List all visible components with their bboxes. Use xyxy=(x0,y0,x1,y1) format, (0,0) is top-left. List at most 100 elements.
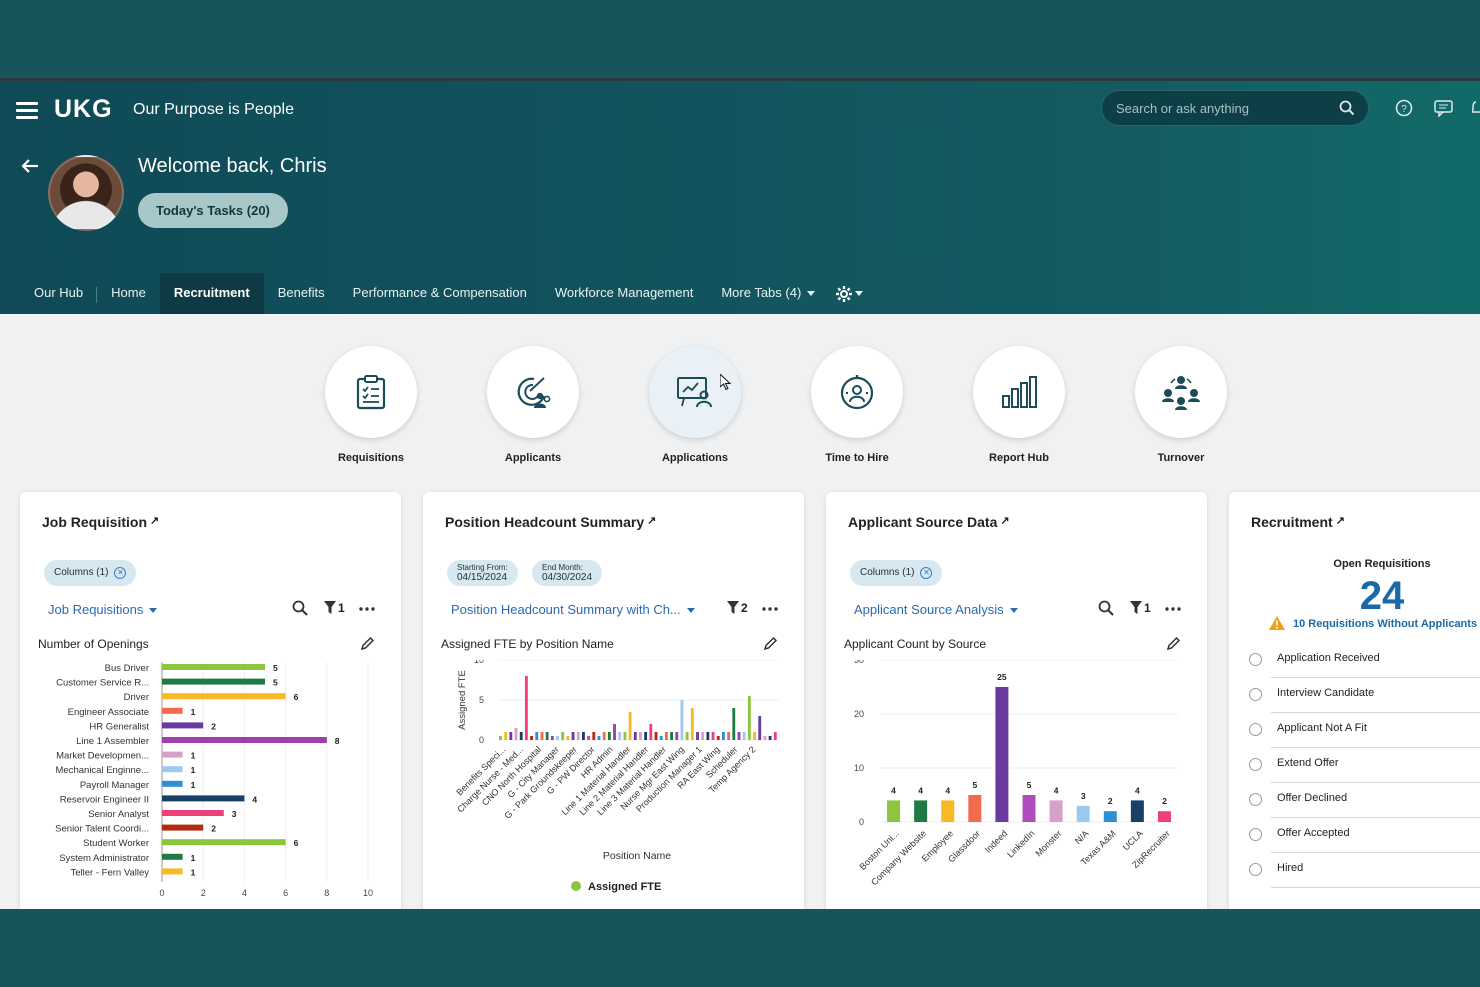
tab-recruitment[interactable]: Recruitment xyxy=(159,273,264,317)
bar xyxy=(1130,800,1144,822)
bar xyxy=(162,766,183,773)
y-axis-label: Assigned FTE xyxy=(457,670,468,730)
search-icon[interactable] xyxy=(292,600,308,616)
more-options-icon[interactable] xyxy=(1164,600,1182,616)
step-offer-declined[interactable]: Offer Declined xyxy=(1249,783,1480,818)
view-selector[interactable]: Position Headcount Summary with Ch... xyxy=(451,602,695,617)
bar xyxy=(914,800,928,822)
step-interview-candidate[interactable]: Interview Candidate xyxy=(1249,678,1480,713)
close-icon[interactable]: ✕ xyxy=(920,567,933,579)
avatar[interactable] xyxy=(48,155,124,231)
bar xyxy=(530,736,533,740)
more-tabs-label: More Tabs (4) xyxy=(721,285,802,300)
help-icon[interactable]: ? xyxy=(1395,99,1413,117)
open-requisitions-label: Open Requisitions xyxy=(1333,558,1431,570)
x-tick-label: 8 xyxy=(324,888,329,898)
bar xyxy=(675,732,679,740)
edit-icon[interactable] xyxy=(763,636,778,651)
bar xyxy=(1103,811,1117,822)
more-options-icon[interactable] xyxy=(761,600,779,616)
data-label: 2 xyxy=(211,721,216,731)
bar xyxy=(613,724,616,740)
step-offer-accepted[interactable]: Offer Accepted xyxy=(1249,818,1480,853)
step-label: Offer Accepted xyxy=(1277,827,1350,839)
x-tick-label: 2 xyxy=(201,888,206,898)
bar xyxy=(664,732,668,740)
columns-chip[interactable]: Columns (1) ✕ xyxy=(850,560,943,586)
tab-our-hub[interactable]: Our Hub xyxy=(20,273,98,317)
ukg-logo[interactable]: UKG xyxy=(54,95,113,124)
bar xyxy=(607,732,611,740)
tile-time-to-hire[interactable]: Time to Hire xyxy=(797,346,917,464)
x-tick-label: UCLA xyxy=(1121,828,1145,852)
step-label: Extend Offer xyxy=(1277,757,1339,769)
edit-icon[interactable] xyxy=(360,636,375,651)
number-of-openings-chart: 0 2 4 6 8 10 Bus Driver 5 Customer Service R... 5… xyxy=(55,662,373,898)
bar xyxy=(162,707,183,714)
requisitions-warning-link[interactable]: 10 Requisitions Without Applicants xyxy=(1293,618,1477,630)
status-circle-icon xyxy=(1249,793,1262,806)
tab-settings[interactable] xyxy=(829,273,877,317)
bar xyxy=(597,736,601,740)
step-applicant-not-a-fit[interactable]: Applicant Not A Fit xyxy=(1249,713,1480,748)
filter-icon[interactable] xyxy=(1130,600,1142,615)
data-label: 4 xyxy=(891,785,896,795)
bar-chart-icon xyxy=(1002,376,1037,408)
bar xyxy=(701,732,705,740)
edit-icon[interactable] xyxy=(1166,636,1181,651)
bar xyxy=(162,693,286,700)
start-date-chip[interactable]: Starting From: 04/15/2024 xyxy=(447,560,518,586)
filter-icon[interactable] xyxy=(727,600,739,615)
bar xyxy=(618,732,622,740)
bar xyxy=(1022,795,1036,822)
search-icon[interactable] xyxy=(1098,600,1114,616)
x-tick-label: 0 xyxy=(159,888,164,898)
card-title[interactable]: Recruitment ↗ xyxy=(1251,514,1345,530)
view-selector[interactable]: Applicant Source Analysis xyxy=(854,602,1018,617)
end-month-chip[interactable]: End Month: 04/30/2024 xyxy=(532,560,603,586)
tile-turnover[interactable]: Turnover xyxy=(1121,346,1241,464)
step-application-received[interactable]: Application Received xyxy=(1249,643,1480,678)
close-icon[interactable]: ✕ xyxy=(114,567,127,579)
tile-label: Applications xyxy=(661,452,728,464)
notification-icon[interactable] xyxy=(1472,99,1480,117)
status-circle-icon xyxy=(1249,828,1262,841)
filter-icon[interactable] xyxy=(324,600,336,615)
bar xyxy=(722,732,725,740)
step-extend-offer[interactable]: Extend Offer xyxy=(1249,748,1480,783)
back-arrow-icon[interactable] xyxy=(20,158,40,174)
card-position-headcount: Position Headcount Summary ↗ Starting Fro… xyxy=(423,492,804,909)
search-icon[interactable] xyxy=(1339,100,1355,116)
tile-applications[interactable]: Applications xyxy=(635,346,755,464)
tab-performance-compensation[interactable]: Performance & Compensation xyxy=(339,273,541,317)
columns-chip[interactable]: Columns (1) ✕ xyxy=(44,560,137,586)
step-hired[interactable]: Hired xyxy=(1249,853,1480,888)
x-tick-label: 4 xyxy=(242,888,247,898)
card-title[interactable]: Job Requisition ↗ xyxy=(42,514,159,530)
tile-requisitions[interactable]: Requisitions xyxy=(311,346,431,464)
tagline: Our Purpose is People xyxy=(133,101,294,118)
tile-applicants[interactable]: Applicants xyxy=(473,346,593,464)
todays-tasks-button[interactable]: Today's Tasks (20) xyxy=(138,193,288,228)
category-label: Payroll Manager xyxy=(80,780,149,791)
bar xyxy=(550,736,554,740)
tab-more-tabs[interactable]: More Tabs (4) xyxy=(707,273,829,317)
search-input[interactable] xyxy=(1101,90,1369,126)
y-tick-label: 30 xyxy=(854,660,864,665)
card-title[interactable]: Applicant Source Data ↗ xyxy=(848,514,1010,530)
tile-report-hub[interactable]: Report Hub xyxy=(959,346,1079,464)
tab-workforce-management[interactable]: Workforce Management xyxy=(541,273,708,317)
more-options-icon[interactable] xyxy=(358,600,376,616)
bar xyxy=(576,732,580,740)
card-title[interactable]: Position Headcount Summary ↗ xyxy=(445,514,656,530)
tab-benefits[interactable]: Benefits xyxy=(264,273,339,317)
status-circle-icon xyxy=(1249,653,1262,666)
view-selector[interactable]: Job Requisitions xyxy=(48,602,158,617)
chat-icon[interactable] xyxy=(1434,99,1453,117)
open-requisitions-count[interactable]: 24 xyxy=(1229,574,1480,619)
menu-icon[interactable] xyxy=(16,99,38,121)
tab-home[interactable]: Home xyxy=(97,273,160,317)
bar xyxy=(499,736,502,740)
category-label: System Administrator xyxy=(59,853,149,864)
bar xyxy=(162,678,265,685)
